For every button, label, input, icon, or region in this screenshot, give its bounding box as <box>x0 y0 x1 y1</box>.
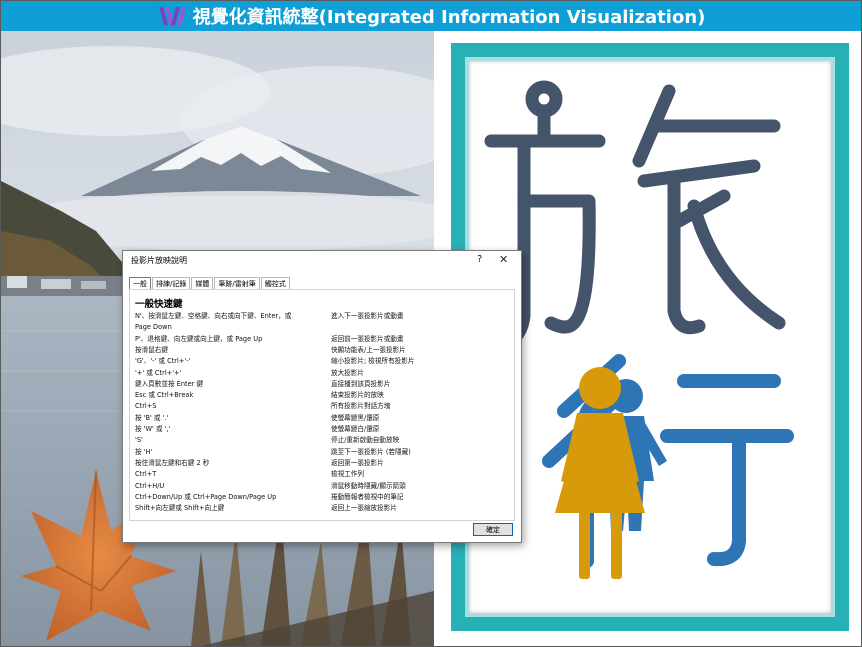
shortcut-description: 所有投影片對話方塊 <box>331 402 391 411</box>
shortcut-description: 進入下一張投影片或動畫 <box>331 312 404 320</box>
shortcut-row: Ctrl+T 檢視工作列 <box>135 470 513 481</box>
shortcut-row: 按 'H' 跳至下一張投影片 (若隱藏) <box>135 448 513 459</box>
shortcut-keys: 按 'H' <box>135 447 153 456</box>
help-button[interactable]: ? <box>477 254 482 265</box>
shortcut-row: 按滑鼠右鍵 快顯功能表/上一張投影片 <box>135 346 513 357</box>
shortcut-description: 滑鼠移動時隱藏/顯示箭頭 <box>331 481 406 490</box>
dialog-tabs: 一般 排練/記錄 媒體 筆跡/雷射筆 觸控式 <box>129 277 291 290</box>
shortcut-keys: 'G'、'-' 或 Ctrl+'-' <box>135 357 191 366</box>
shortcut-row: '+' 或 Ctrl+'+' 放大投影片 <box>135 369 513 380</box>
shortcut-description: 使螢幕變白/還原 <box>331 425 380 433</box>
shortcut-row: N'、按滑鼠左鍵、空格鍵、向右或向下鍵、Enter，或 進入下一張投影片或動畫 <box>135 312 513 323</box>
shortcut-keys: Ctrl+S <box>135 402 157 411</box>
shortcuts-panel: 一般快速鍵 N'、按滑鼠左鍵、空格鍵、向右或向下鍵、Enter，或 進入下一張投影… <box>129 289 515 521</box>
shortcut-keys: P'、退格鍵、向左鍵或向上鍵，或 Page Up <box>135 334 263 343</box>
shortcut-keys: Page Down <box>135 323 172 332</box>
dialog-title: 投影片放映說明 <box>131 256 187 265</box>
slideshow-help-dialog: 投影片放映說明 ? ✕ 一般 排練/記錄 媒體 筆跡/雷射筆 觸控式 一般快速鍵… <box>122 250 522 543</box>
tab-media[interactable]: 媒體 <box>191 277 214 289</box>
close-icon[interactable]: ✕ <box>499 253 508 266</box>
shortcut-row: Esc 或 Ctrl+Break 結束投影片的放映 <box>135 391 513 402</box>
shortcut-description: 返回第一張投影片 <box>331 458 384 467</box>
shortcut-keys: 按住滑鼠左鍵和右鍵 2 秒 <box>135 458 210 467</box>
shortcut-description: 停止/重新啟動自動放映 <box>331 436 400 445</box>
shortcut-keys: N'、按滑鼠左鍵、空格鍵、向右或向下鍵、Enter，或 <box>135 312 292 320</box>
section-title: 一般快速鍵 <box>135 299 183 310</box>
shortcut-keys: Shift+向左鍵或 Shift+向上鍵 <box>135 504 225 513</box>
ok-button[interactable]: 確定 <box>473 523 513 536</box>
char-lu-glyph <box>484 80 786 353</box>
shortcut-description: 使螢幕變黑/還原 <box>331 413 380 422</box>
shortcut-row: 按 'W' 或 ',' 使螢幕變白/還原 <box>135 425 513 436</box>
shortcut-keys: 鍵入頁數並按 Enter 鍵 <box>135 379 204 388</box>
shortcut-keys: Ctrl+Down/Up 或 Ctrl+Page Down/Page Up <box>135 492 277 501</box>
shortcut-keys: '+' 或 Ctrl+'+' <box>135 368 182 377</box>
shortcut-description: 縮小投影片; 檢視所有投影片 <box>331 357 415 366</box>
tab-ink-laser[interactable]: 筆跡/雷射筆 <box>214 277 260 289</box>
title-banner: 視覺化資訊統整(Integrated Information Visualiza… <box>1 1 861 31</box>
shortcut-description: 放大投影片 <box>331 368 364 377</box>
shortcut-keys: 'S' <box>135 436 143 445</box>
shortcut-keys: Ctrl+H/U <box>135 481 165 490</box>
travel-illustration <box>484 80 794 579</box>
tab-rehearse-record[interactable]: 排練/記錄 <box>152 277 191 289</box>
shortcut-row: 'G'、'-' 或 Ctrl+'-' 縮小投影片; 檢視所有投影片 <box>135 357 513 368</box>
shortcut-description: 返回上一張縮放投影片 <box>331 504 397 513</box>
shortcut-description: 跳至下一張投影片 (若隱藏) <box>331 447 411 456</box>
shortcut-row: Ctrl+Down/Up 或 Ctrl+Page Down/Page Up 捲動簡… <box>135 493 513 504</box>
shortcut-keys: 按 'B' 或 '.' <box>135 413 169 422</box>
dialog-titlebar[interactable]: 投影片放映說明 ? ✕ <box>123 251 521 271</box>
shortcut-row: Shift+向左鍵或 Shift+向上鍵 返回上一張縮放投影片 <box>135 504 513 515</box>
shortcut-description: 結束投影片的放映 <box>331 391 384 400</box>
shortcut-row: 按 'B' 或 '.' 使螢幕變黑/還原 <box>135 414 513 425</box>
shortcut-description: 返回前一張投影片或動畫 <box>331 334 404 343</box>
shortcut-row: Page Down <box>135 323 513 334</box>
shortcut-row: Ctrl+S 所有投影片對話方塊 <box>135 402 513 413</box>
shortcut-row: Ctrl+H/U 滑鼠移動時隱藏/顯示箭頭 <box>135 482 513 493</box>
shortcut-row: 'S' 停止/重新啟動自動放映 <box>135 436 513 447</box>
shortcut-row: P'、退格鍵、向左鍵或向上鍵，或 Page Up 返回前一張投影片或動畫 <box>135 335 513 346</box>
shortcut-keys: Ctrl+T <box>135 470 157 479</box>
shortcut-row: 鍵入頁數並按 Enter 鍵 直接播到該頁投影片 <box>135 380 513 391</box>
shortcut-keys: 按 'W' 或 ',' <box>135 425 171 433</box>
shortcut-keys: Esc 或 Ctrl+Break <box>135 391 194 400</box>
shortcut-description: 捲動簡報者檢視中的筆記 <box>331 492 404 501</box>
page-title: 視覺化資訊統整(Integrated Information Visualiza… <box>192 7 706 28</box>
logo-icon <box>156 4 187 28</box>
tab-touch[interactable]: 觸控式 <box>260 277 290 289</box>
shortcut-description: 檢視工作列 <box>331 470 364 479</box>
shortcut-keys: 按滑鼠右鍵 <box>135 345 168 354</box>
shortcut-description: 直接播到該頁投影片 <box>331 379 391 388</box>
shortcut-description: 快顯功能表/上一張投影片 <box>331 345 406 354</box>
shortcut-row: 按住滑鼠左鍵和右鍵 2 秒 返回第一張投影片 <box>135 459 513 470</box>
slide-frame: 視覺化資訊統整(Integrated Information Visualiza… <box>0 0 862 647</box>
